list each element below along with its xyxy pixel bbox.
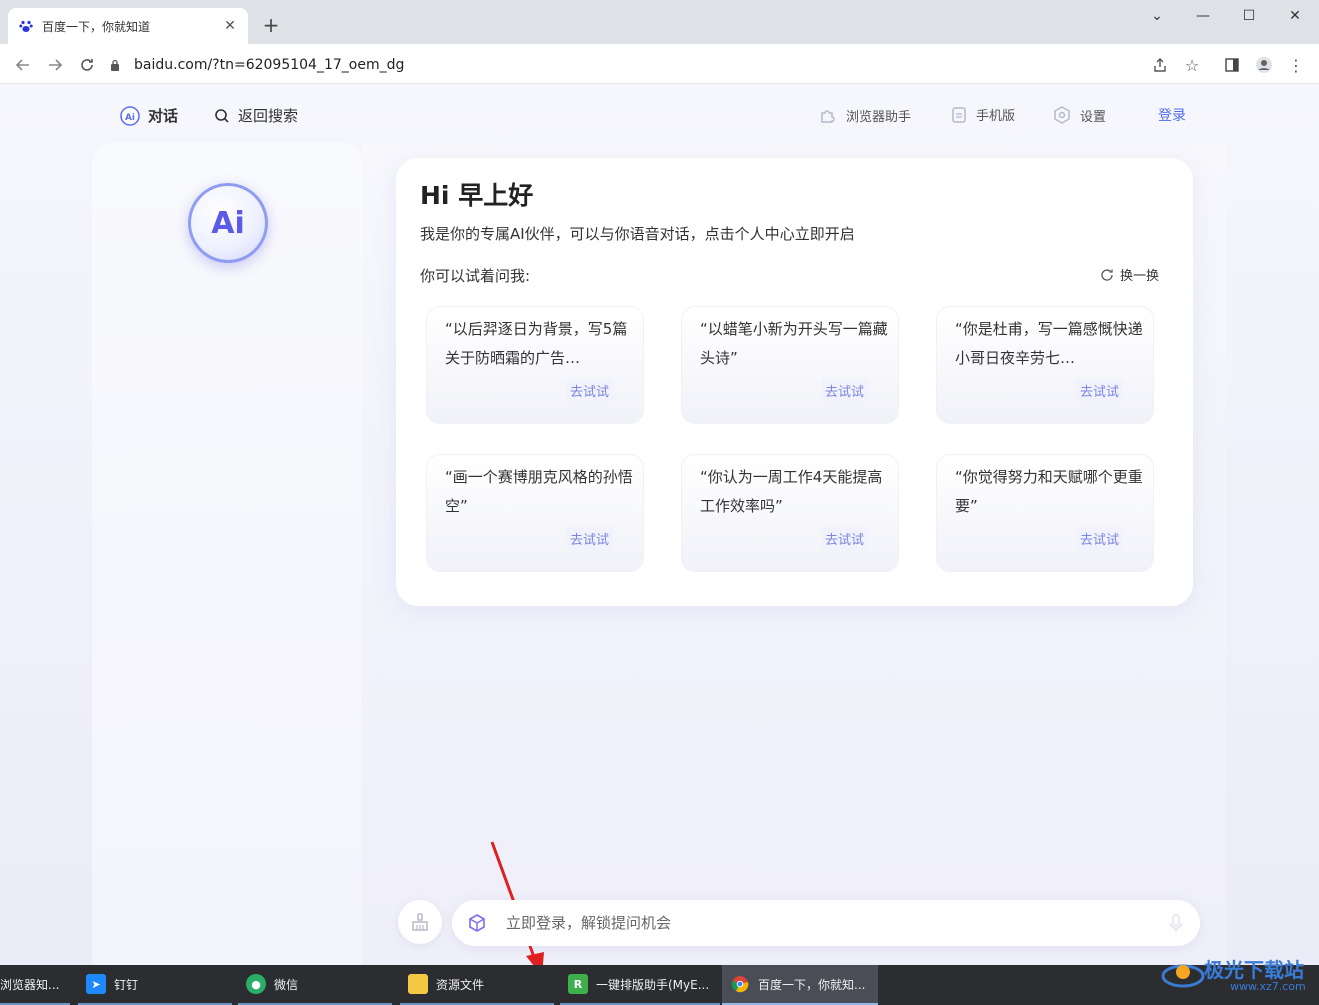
- menu-dots-icon[interactable]: ⋮: [1285, 54, 1307, 76]
- tab-close-icon[interactable]: ✕: [222, 18, 238, 34]
- clear-context-button[interactable]: [398, 900, 442, 944]
- share-icon[interactable]: [1149, 54, 1171, 76]
- browser-tab-bar: 百度一下，你就知道 ✕ + ⌄ — ☐ ✕: [0, 0, 1319, 44]
- nav-settings[interactable]: 设置: [1052, 105, 1106, 125]
- nav-settings-label: 设置: [1080, 109, 1107, 125]
- page-content: Ai 对话 返回搜索 浏览器助手 手机版 设置 登录 Ai Hi 早上好 我是你…: [0, 85, 1319, 976]
- new-tab-button[interactable]: +: [258, 12, 284, 38]
- folder-icon: [408, 974, 428, 994]
- suggestion-text: “你是杜甫，写一篇感慨快递小哥日夜辛劳七…: [955, 320, 1143, 367]
- nav-chat[interactable]: Ai 对话: [120, 105, 178, 126]
- browser-tab[interactable]: 百度一下，你就知道 ✕: [8, 8, 248, 44]
- ai-avatar: Ai: [188, 183, 268, 263]
- profile-icon[interactable]: [1253, 54, 1275, 76]
- forward-arrow-icon[interactable]: [42, 52, 68, 78]
- nav-mobile[interactable]: 手机版: [950, 105, 1015, 124]
- taskbar-item[interactable]: ➤ 钉钉: [78, 965, 232, 1005]
- app-icon: R: [568, 974, 588, 994]
- greeting-title: Hi 早上好: [420, 181, 534, 210]
- svg-text:Ai: Ai: [125, 113, 135, 123]
- refresh-icon: [1100, 268, 1114, 282]
- refresh-label: 换一换: [1120, 269, 1160, 284]
- top-navigation: Ai 对话 返回搜索 浏览器助手 手机版 设置 登录: [0, 85, 1319, 145]
- suggestion-card[interactable]: “以后羿逐日为背景，写5篇关于防晒霜的广告… 去试试: [426, 306, 644, 424]
- puzzle-icon: [818, 105, 838, 125]
- prompt-input[interactable]: [506, 914, 1166, 932]
- try-button[interactable]: 去试试: [565, 527, 613, 550]
- address-bar: baidu.com/?tn=62095104_17_oem_dg ☆ ⋮: [0, 44, 1319, 84]
- taskbar-item[interactable]: ● 微信: [238, 965, 392, 1005]
- url-field[interactable]: baidu.com/?tn=62095104_17_oem_dg: [110, 50, 1210, 80]
- maximize-button[interactable]: ☐: [1226, 0, 1272, 32]
- try-button[interactable]: 去试试: [820, 527, 868, 550]
- close-window-button[interactable]: ✕: [1272, 0, 1318, 32]
- try-button[interactable]: 去试试: [565, 379, 613, 402]
- ai-avatar-text: Ai: [211, 205, 245, 241]
- taskbar: 浏览器知... ➤ 钉钉 ● 微信 资源文件 R 一键排版助手(MyE... 百…: [0, 965, 1319, 1005]
- side-panel-icon[interactable]: [1221, 54, 1243, 76]
- taskbar-item-label: 一键排版助手(MyE...: [596, 977, 710, 992]
- taskbar-item-label: 钉钉: [114, 977, 139, 992]
- nav-chat-label: 对话: [148, 107, 179, 125]
- taskbar-item-label: 微信: [274, 977, 299, 992]
- suggestion-card[interactable]: “画一个赛博朋克风格的孙悟空” 去试试: [426, 454, 644, 572]
- suggestion-card[interactable]: “以蜡笔小新为开头写一篇藏头诗” 去试试: [681, 306, 899, 424]
- nav-back-search-label: 返回搜索: [238, 107, 299, 125]
- nav-browser-helper[interactable]: 浏览器助手: [818, 105, 911, 125]
- minimize-button[interactable]: —: [1180, 0, 1226, 32]
- suggestion-text: “以蜡笔小新为开头写一篇藏头诗”: [700, 320, 888, 367]
- dingtalk-icon: ➤: [86, 974, 106, 994]
- brush-icon: [412, 913, 428, 931]
- nav-back-search[interactable]: 返回搜索: [214, 105, 298, 126]
- intro-text: 我是你的专属AI伙伴，可以与你语音对话，点击个人中心立即开启: [420, 225, 855, 243]
- suggestion-text: “画一个赛博朋克风格的孙悟空”: [445, 468, 633, 515]
- nav-browser-helper-label: 浏览器助手: [846, 109, 912, 125]
- taskbar-item-label: 资源文件: [436, 977, 485, 992]
- taskbar-item[interactable]: 浏览器知...: [0, 965, 70, 1005]
- welcome-card: Hi 早上好 我是你的专属AI伙伴，可以与你语音对话，点击个人中心立即开启 你可…: [396, 158, 1193, 606]
- suggestion-text: “你认为一周工作4天能提高工作效率吗”: [700, 468, 883, 515]
- search-icon: [214, 108, 230, 124]
- suggestion-text: “以后羿逐日为背景，写5篇关于防晒霜的广告…: [445, 320, 628, 367]
- baidu-paw-icon: [18, 18, 34, 34]
- login-link[interactable]: 登录: [1158, 105, 1186, 125]
- try-button[interactable]: 去试试: [820, 379, 868, 402]
- tab-search-chevron-icon[interactable]: ⌄: [1134, 0, 1180, 32]
- taskbar-item-label: 百度一下，你就知...: [758, 977, 866, 992]
- ai-chat-icon: Ai: [120, 105, 140, 126]
- phone-icon: [950, 106, 968, 124]
- gear-icon: [1052, 105, 1072, 125]
- suggestion-card[interactable]: “你认为一周工作4天能提高工作效率吗” 去试试: [681, 454, 899, 572]
- suggestion-text: “你觉得努力和天赋哪个更重要”: [955, 468, 1143, 515]
- taskbar-item[interactable]: R 一键排版助手(MyE...: [560, 965, 720, 1005]
- chrome-icon: [730, 974, 750, 994]
- tab-title: 百度一下，你就知道: [42, 19, 151, 34]
- taskbar-item[interactable]: 百度一下，你就知...: [722, 965, 878, 1005]
- try-ask-label: 你可以试着问我:: [420, 267, 531, 285]
- suggestion-card[interactable]: “你觉得努力和天赋哪个更重要” 去试试: [936, 454, 1154, 572]
- bookmark-star-icon[interactable]: ☆: [1181, 54, 1203, 76]
- reload-icon[interactable]: [74, 52, 100, 78]
- try-button[interactable]: 去试试: [1075, 527, 1123, 550]
- taskbar-item[interactable]: 资源文件: [400, 965, 554, 1005]
- back-arrow-icon[interactable]: [10, 52, 36, 78]
- wechat-icon: ●: [246, 974, 266, 994]
- url-text: baidu.com/?tn=62095104_17_oem_dg: [134, 57, 405, 73]
- cube-icon: [466, 913, 488, 933]
- nav-mobile-label: 手机版: [976, 109, 1016, 124]
- suggestion-card[interactable]: “你是杜甫，写一篇感慨快递小哥日夜辛劳七… 去试试: [936, 306, 1154, 424]
- refresh-button[interactable]: 换一换: [1100, 265, 1159, 284]
- try-button[interactable]: 去试试: [1075, 379, 1123, 402]
- taskbar-item-label: 浏览器知...: [0, 977, 60, 992]
- lock-icon: [110, 59, 124, 71]
- microphone-icon[interactable]: [1166, 913, 1186, 933]
- prompt-input-box[interactable]: [452, 900, 1200, 946]
- login-label: 登录: [1158, 108, 1186, 124]
- sidebar: Ai: [92, 143, 362, 965]
